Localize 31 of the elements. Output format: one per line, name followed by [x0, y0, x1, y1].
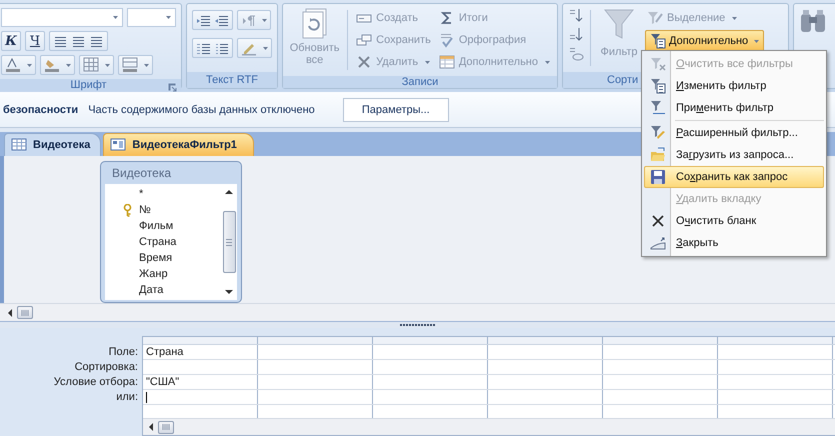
group-label: Записи	[283, 76, 557, 88]
field-name[interactable]: Жанр	[139, 268, 168, 280]
row-label: Поле:	[108, 346, 138, 358]
italic-button[interactable]: К	[1, 31, 21, 51]
options-button[interactable]: Параметры...	[342, 98, 449, 122]
grid-cell[interactable]: "США"	[146, 376, 180, 388]
underline-button[interactable]: Ч	[25, 31, 45, 51]
group-label: Шрифт	[0, 79, 181, 91]
advanced-filter-button[interactable]: Дополнительно	[645, 30, 764, 52]
document-tab[interactable]: ВидеотекаФильтр1	[103, 133, 254, 156]
security-message: Часть содержимого базы данных отключено	[88, 104, 315, 116]
grid-cell[interactable]: Страна	[146, 346, 184, 358]
field-name[interactable]: Дата	[139, 284, 164, 296]
menu-item[interactable]: Применить фильтр	[644, 97, 824, 119]
row-label: Условие отбора:	[54, 376, 138, 388]
field-name[interactable]: *	[139, 188, 144, 200]
field-list-title: Видеотека	[111, 165, 172, 182]
field-name[interactable]: Страна	[139, 236, 176, 248]
security-title: безопасности	[3, 104, 78, 116]
menu-item[interactable]: Загрузить из запроса...	[644, 144, 824, 166]
group-label: Текст RTF	[187, 72, 277, 88]
field-name[interactable]: №	[139, 204, 151, 216]
menu-item[interactable]: Расширенный фильтр...	[644, 122, 824, 144]
field-name[interactable]: Фильм	[139, 220, 174, 232]
menu-item[interactable]: Очистить бланк	[644, 210, 824, 232]
row-label: или:	[116, 390, 138, 402]
document-tab[interactable]: Видеотека	[4, 133, 102, 156]
field-name[interactable]: Время	[139, 252, 172, 264]
row-label: Сортировка:	[74, 360, 138, 372]
menu-item[interactable]: Закрыть	[644, 232, 824, 254]
menu-item[interactable]: Сохранить как запрос	[644, 166, 824, 188]
